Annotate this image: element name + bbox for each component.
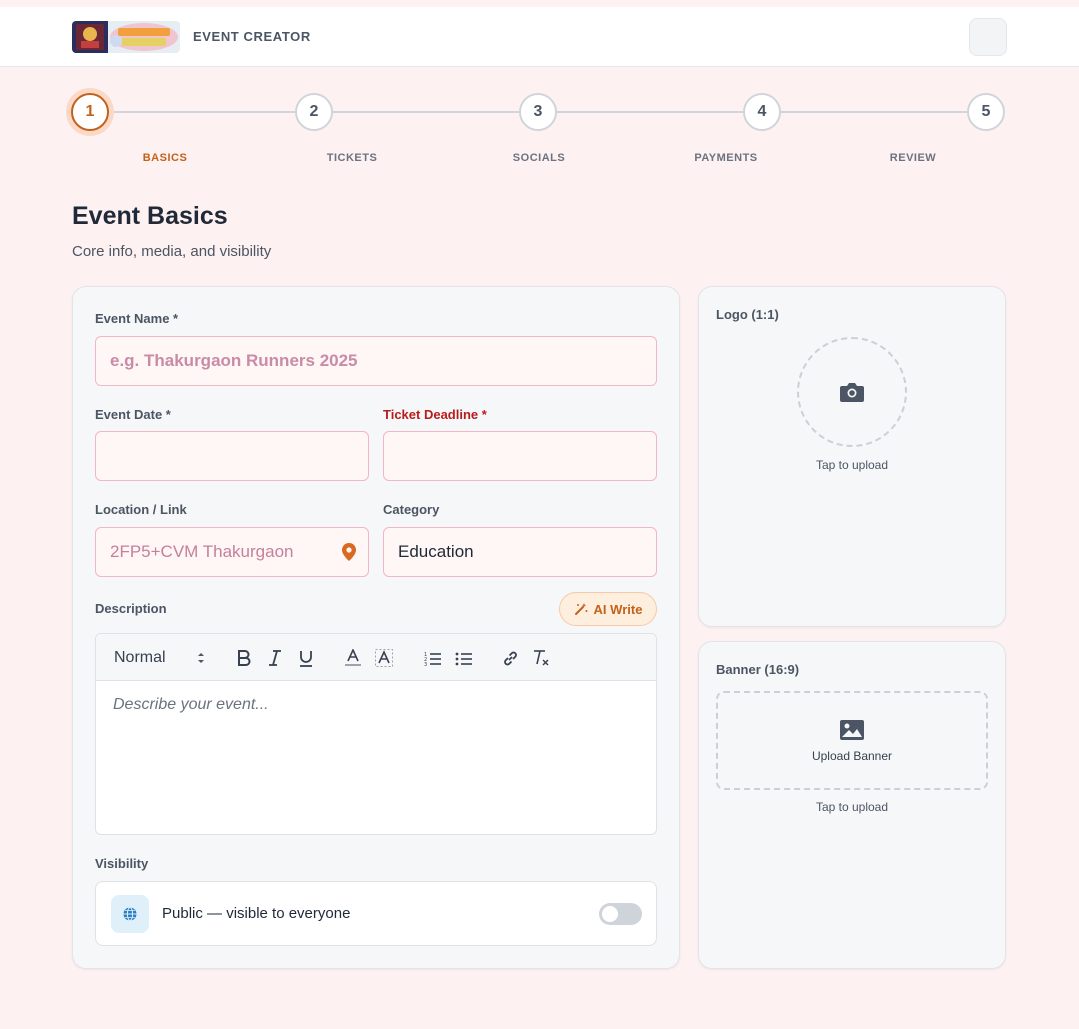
ai-write-button[interactable]: AI Write (559, 592, 657, 626)
description-label: Description (95, 601, 167, 616)
category-select[interactable]: Education (383, 527, 657, 577)
step-4-label: PAYMENTS (694, 152, 758, 164)
step-connector (781, 111, 968, 113)
location-input[interactable]: 2FP5+CVM Thakurgaon (95, 527, 369, 577)
ai-write-label: AI Write (593, 601, 643, 617)
description-editor[interactable]: Normal 123 Describe your event... (95, 633, 657, 835)
page-title: Event Basics (72, 202, 228, 230)
event-date-label: Event Date * (95, 407, 171, 422)
event-name-placeholder: e.g. Thakurgaon Runners 2025 (110, 351, 358, 370)
category-value: Education (398, 542, 474, 561)
ticket-deadline-label: Ticket Deadline * (383, 407, 487, 422)
link-icon[interactable] (500, 648, 520, 668)
location-label: Location / Link (95, 502, 187, 517)
brand-logo[interactable] (72, 21, 180, 53)
clear-format-icon[interactable] (531, 648, 551, 668)
banner-upload-dropzone[interactable]: Upload Banner (716, 691, 988, 790)
step-3-label: SOCIALS (512, 152, 566, 164)
logo-label: Logo (1:1) (716, 307, 779, 322)
banner-upload-hint: Tap to upload (815, 800, 889, 814)
format-select[interactable]: Normal (114, 649, 166, 667)
image-icon (840, 719, 864, 740)
camera-icon (840, 383, 864, 402)
select-arrows-icon (198, 653, 204, 663)
page-subtitle: Core info, media, and visibility (72, 243, 272, 260)
event-name-input[interactable]: e.g. Thakurgaon Runners 2025 (95, 336, 657, 386)
step-connector (109, 111, 296, 113)
globe-icon (111, 895, 149, 933)
step-1-circle[interactable]: 1 (71, 93, 109, 131)
location-placeholder: 2FP5+CVM Thakurgaon (110, 542, 294, 561)
bold-icon[interactable] (234, 648, 254, 668)
visibility-text: Public — visible to everyone (162, 905, 351, 922)
magic-wand-icon (574, 603, 588, 615)
step-4-circle[interactable]: 4 (743, 93, 781, 131)
logo-upload-hint: Tap to upload (815, 458, 889, 472)
underline-icon[interactable] (296, 648, 316, 668)
step-3-circle[interactable]: 3 (519, 93, 557, 131)
visibility-label: Visibility (95, 856, 149, 871)
brand-title: EVENT CREATOR (193, 29, 311, 44)
header-menu-button[interactable] (969, 18, 1007, 56)
bullet-list-icon[interactable] (453, 648, 473, 668)
editor-toolbar: Normal 123 (96, 634, 656, 681)
visibility-toggle[interactable] (599, 903, 642, 925)
italic-icon[interactable] (265, 648, 285, 668)
step-connector (557, 111, 744, 113)
step-connector (333, 111, 520, 113)
category-label: Category (383, 502, 440, 517)
step-2-circle[interactable]: 2 (295, 93, 333, 131)
description-placeholder: Describe your event... (113, 696, 269, 713)
step-1-label: BASICS (142, 152, 188, 164)
step-2-label: TICKETS (326, 152, 378, 164)
banner-label: Banner (16:9) (716, 662, 800, 677)
ordered-list-icon[interactable]: 123 (422, 648, 442, 668)
app-header: EVENT CREATOR (0, 7, 1079, 67)
ticket-deadline-input[interactable] (383, 431, 657, 481)
map-pin-icon[interactable] (342, 543, 356, 561)
top-strip (0, 0, 1079, 7)
upload-banner-label: Upload Banner (811, 748, 893, 763)
event-date-input[interactable] (95, 431, 369, 481)
visibility-row[interactable]: Public — visible to everyone (95, 881, 657, 946)
basics-form-card (72, 286, 680, 969)
text-color-icon[interactable] (343, 648, 363, 668)
event-name-label: Event Name * (95, 311, 179, 326)
step-5-label: REVIEW (889, 152, 937, 164)
banner-card: Banner (16:9) Upload Banner Tap to uploa… (698, 641, 1006, 969)
svg-text:3: 3 (424, 662, 427, 666)
logo-upload-dropzone[interactable] (797, 337, 907, 447)
logo-card: Logo (1:1) Tap to upload (698, 286, 1006, 627)
step-5-circle[interactable]: 5 (967, 93, 1005, 131)
highlight-icon[interactable] (374, 648, 394, 668)
